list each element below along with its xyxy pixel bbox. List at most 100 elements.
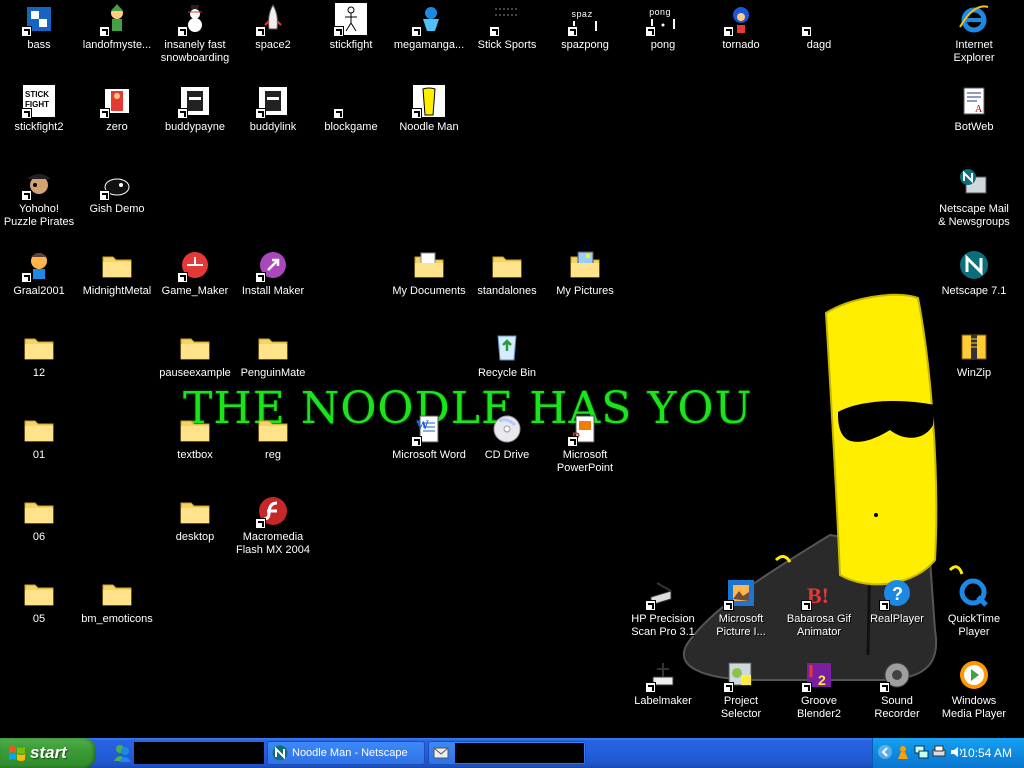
messenger-running-icon[interactable] — [895, 744, 911, 760]
desktop-icon[interactable]: Netscape Mail & Newsgroups — [935, 167, 1013, 229]
show-hidden-icons-chevron[interactable] — [877, 744, 893, 760]
start-button[interactable]: start — [0, 738, 96, 768]
task-button-netscape[interactable]: Noodle Man - Netscape — [267, 741, 425, 765]
task-button-mail[interactable] — [428, 741, 586, 765]
desktop-icon[interactable]: Noodle Man — [390, 85, 468, 134]
desktop-icon[interactable]: ? RealPlayer — [858, 577, 936, 626]
desktop-icon[interactable]: MidnightMetal — [78, 249, 156, 298]
desktop-icon-label: WinZip — [956, 367, 992, 379]
desktop-icon[interactable]: desktop — [156, 495, 234, 544]
cd-drive-icon — [491, 413, 523, 445]
stick-fight-logo-icon: STICK FIGHT — [21, 85, 55, 119]
desktop-icon[interactable]: Gish Demo — [78, 167, 156, 216]
shortcut-arrow-icon — [255, 518, 266, 529]
internet-explorer-icon — [958, 3, 990, 35]
folder-icon — [101, 577, 133, 609]
desktop-icon[interactable]: 2 Groove Blender2 — [780, 659, 858, 721]
desktop-icon[interactable]: buddypayne — [156, 85, 234, 134]
desktop-icon-label: landofmyste... — [82, 39, 152, 51]
desktop-icon[interactable]: bm_emoticons — [78, 577, 156, 626]
desktop-icon[interactable]: pong pong — [624, 3, 702, 52]
task-label-hidden — [455, 743, 584, 763]
winzip-icon — [958, 331, 990, 363]
web-document-icon: A — [958, 85, 990, 117]
desktop-icon[interactable]: 01 — [0, 413, 78, 462]
shortcut-arrow-icon — [801, 26, 812, 37]
desktop-icon[interactable]: landofmyste... — [78, 3, 156, 52]
clock[interactable]: 10:54 AM — [961, 738, 1012, 768]
desktop-icon[interactable]: tornado — [702, 3, 780, 52]
buddy-face-icon — [177, 85, 211, 119]
desktop-icon[interactable]: WinZip — [935, 331, 1013, 380]
desktop-icon[interactable]: Game_Maker — [156, 249, 234, 298]
desktop-icon[interactable]: My Documents — [390, 249, 468, 298]
desktop-icon[interactable]: ... Stick Sports — [468, 3, 546, 52]
desktop-icon[interactable]: dagd — [780, 3, 858, 52]
desktop-icon[interactable]: Recycle Bin — [468, 331, 546, 380]
desktop-icon[interactable]: CD Drive — [468, 413, 546, 462]
desktop-icon[interactable]: pauseexample — [156, 331, 234, 380]
desktop-icon[interactable]: PenguinMate — [234, 331, 312, 380]
desktop-icon[interactable]: Internet Explorer — [935, 3, 1013, 65]
zero-sprite-icon — [99, 85, 133, 119]
game-maker-icon — [177, 249, 211, 283]
desktop-icon[interactable]: reg — [234, 413, 312, 462]
desktop-icon[interactable]: Microsoft Picture I... — [702, 577, 780, 639]
desktop-icon[interactable]: Windows Media Player — [935, 659, 1013, 721]
desktop-icon[interactable]: W Microsoft Word — [390, 413, 468, 462]
shortcut-arrow-icon — [411, 436, 422, 447]
desktop-icon[interactable]: 06 — [0, 495, 78, 544]
desktop-icon[interactable]: Macromedia Flash MX 2004 — [234, 495, 312, 557]
netscape-icon — [272, 745, 288, 761]
desktop-icon[interactable]: Labelmaker — [624, 659, 702, 708]
desktop-icon[interactable]: QuickTime Player — [935, 577, 1013, 639]
desktop-icon-label: 06 — [32, 531, 46, 543]
desktop-icon-label: stickfight — [329, 39, 373, 51]
desktop-icon[interactable]: 12 — [0, 331, 78, 380]
desktop-icon[interactable]: Graal2001 — [0, 249, 78, 298]
desktop-icon[interactable]: zero — [78, 85, 156, 134]
shortcut-arrow-icon — [99, 26, 110, 37]
desktop-icon[interactable]: standalones — [468, 249, 546, 298]
desktop-icon[interactable]: Project Selector — [702, 659, 780, 721]
desktop-icon-label: stickfight2 — [14, 121, 64, 133]
desktop-icon[interactable]: Netscape 7.1 — [935, 249, 1013, 298]
mail-envelope-icon — [433, 747, 449, 759]
folder-icon — [257, 413, 289, 445]
desktop-icon[interactable]: insanely fast snowboarding — [156, 3, 234, 65]
desktop-icon[interactable]: HP Precision Scan Pro 3.1 — [624, 577, 702, 639]
desktop-icon[interactable]: Install Maker — [234, 249, 312, 298]
taskbar: start Noodle Man - Netscape 10:54 AM — [0, 738, 1024, 768]
folder-icon — [491, 249, 523, 281]
desktop-icon-label: Sound Recorder — [874, 695, 920, 720]
desktop-icon[interactable]: bass — [0, 3, 78, 52]
network-icon[interactable] — [913, 744, 929, 760]
desktop-icon-label: CD Drive — [484, 449, 530, 461]
desktop-icon[interactable]: PMicrosoft PowerPoint — [546, 413, 624, 475]
shortcut-arrow-icon — [99, 190, 110, 201]
desktop-icon-label: tornado — [722, 39, 760, 51]
folder-icon — [23, 413, 55, 445]
desktop-icon[interactable]: STICK FIGHT stickfight2 — [0, 85, 78, 134]
shortcut-arrow-icon — [723, 26, 734, 37]
desktop-icon[interactable]: 05 — [0, 577, 78, 626]
sonic-sprite-icon — [723, 3, 757, 37]
desktop-icon[interactable]: Sound Recorder — [858, 659, 936, 721]
msn-messenger-icon[interactable] — [112, 743, 132, 763]
printer-icon[interactable] — [931, 744, 947, 760]
desktop-icon[interactable]: megamanga... — [390, 3, 468, 52]
shortcut-arrow-icon — [21, 26, 32, 37]
desktop-icon[interactable]: buddylink — [234, 85, 312, 134]
desktop-icon[interactable]: textbox — [156, 413, 234, 462]
desktop-icon[interactable]: spaz spazpong — [546, 3, 624, 52]
character-sprite-icon — [21, 3, 55, 37]
desktop-icon[interactable]: My Pictures — [546, 249, 624, 298]
desktop-icon-label: pong — [650, 39, 676, 51]
desktop-icon[interactable]: blockgame — [312, 85, 390, 134]
desktop-icon[interactable]: B! Babarosa Gif Animator — [780, 577, 858, 639]
desktop-icon[interactable]: Yohoho! Puzzle Pirates — [0, 167, 78, 229]
desktop-icon[interactable]: space2 — [234, 3, 312, 52]
desktop-icon[interactable]: A BotWeb — [935, 85, 1013, 134]
desktop-icon[interactable]: stickfight — [312, 3, 390, 52]
scanner-icon — [645, 577, 679, 611]
